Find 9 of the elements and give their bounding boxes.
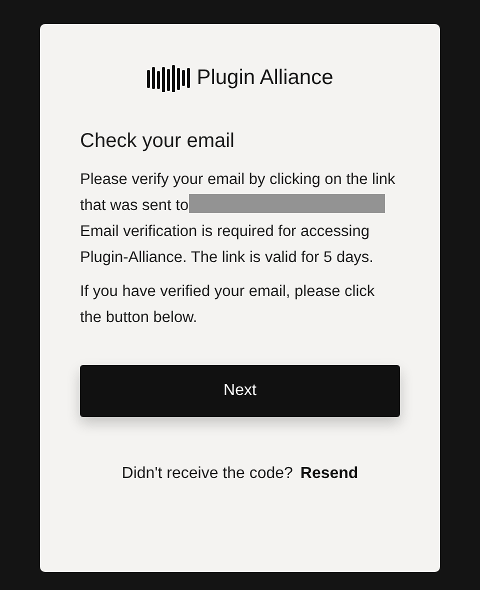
message-text: Please verify your email by clicking on the link that was sent to xyxy=(80,171,396,214)
logo-text: Plugin Alliance xyxy=(196,66,334,90)
logo-icon xyxy=(146,64,191,92)
next-button[interactable]: Next xyxy=(80,365,400,417)
resend-link[interactable]: Resend xyxy=(300,465,358,482)
message-text: Email verification is required for accessing Plugin-Alliance. The link is valid for 5 days. xyxy=(80,223,374,266)
heading: Check your email xyxy=(80,130,236,153)
footer-text: Didn't receive the code? xyxy=(122,465,293,482)
note-text: If you have verified your email, please click the button below. xyxy=(80,282,376,328)
